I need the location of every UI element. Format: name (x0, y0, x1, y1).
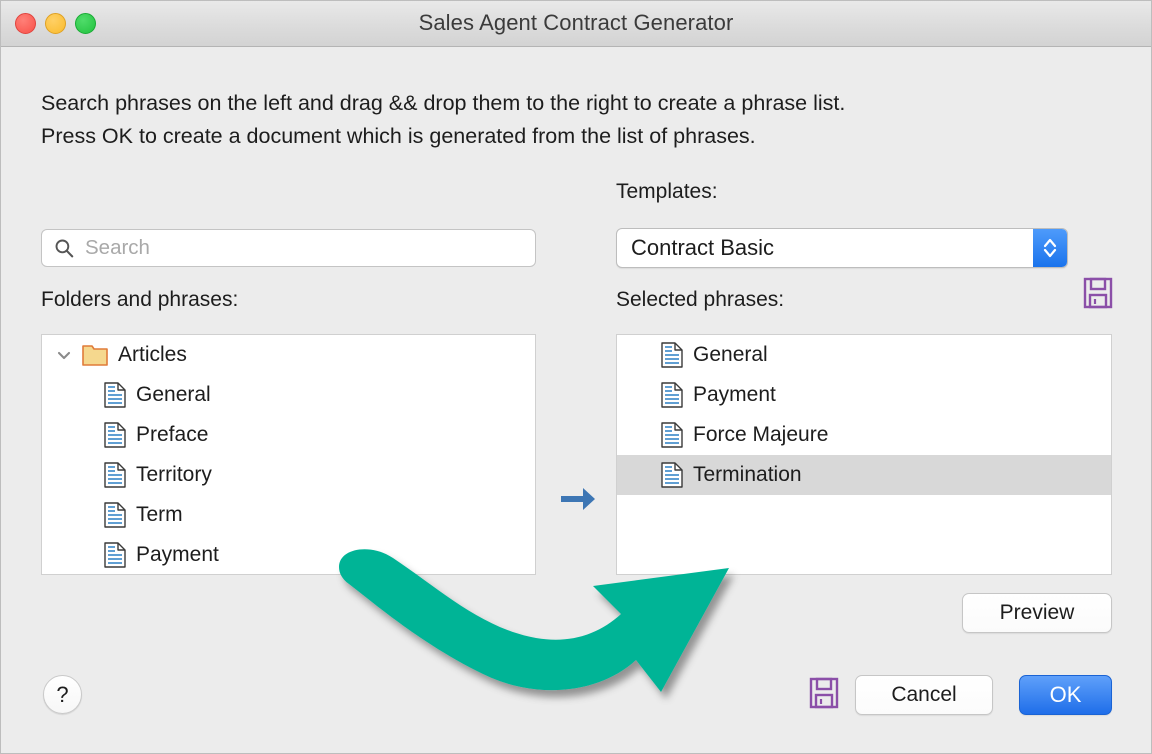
tree-item-label: General (136, 383, 211, 406)
document-icon (661, 382, 683, 408)
app-window: Sales Agent Contract Generator Search ph… (0, 0, 1152, 754)
tree-item-territory[interactable]: Territory (42, 455, 535, 495)
document-icon (661, 422, 683, 448)
folders-and-phrases-label: Folders and phrases: (41, 288, 239, 311)
window-title: Sales Agent Contract Generator (418, 10, 734, 35)
tree-item-term[interactable]: Term (42, 495, 535, 535)
preview-button[interactable]: Preview (962, 593, 1112, 633)
tree-item-payment[interactable]: Payment (42, 535, 535, 574)
trash-button[interactable] (620, 592, 648, 626)
dialog-body: Search phrases on the left and drag && d… (1, 47, 1151, 753)
document-icon (104, 542, 126, 568)
document-icon (104, 422, 126, 448)
tree-item-general[interactable]: General (42, 375, 535, 415)
help-button[interactable]: ? (43, 675, 82, 714)
template-selected-value: Contract Basic (631, 235, 775, 260)
search-input[interactable] (83, 235, 507, 261)
document-icon (661, 462, 683, 488)
save-list-button[interactable] (809, 677, 839, 712)
search-field[interactable] (41, 229, 536, 267)
selected-phrase-termination[interactable]: Termination (617, 455, 1111, 495)
tree-item-label: Territory (136, 463, 212, 486)
selected-phrase-label: General (693, 343, 768, 366)
selected-phrases-label: Selected phrases: (616, 288, 785, 311)
template-select[interactable]: Contract Basic (616, 228, 1068, 268)
stepper-updown-icon[interactable] (1033, 229, 1067, 267)
tree-item-label: Payment (136, 543, 219, 566)
instruction-line-2: Press OK to create a document which is g… (41, 124, 756, 148)
instruction-text: Search phrases on the left and drag && d… (41, 87, 1111, 153)
tree-item-label: Articles (118, 343, 187, 366)
document-icon (104, 382, 126, 408)
search-icon (55, 239, 74, 258)
selected-phrase-label: Payment (693, 383, 776, 406)
title-bar: Sales Agent Contract Generator (1, 1, 1151, 47)
save-list-icon (809, 677, 839, 709)
folders-and-phrases-list[interactable]: Articles General Preface Territory Term … (41, 334, 536, 575)
save-template-icon[interactable] (1083, 277, 1113, 309)
document-icon (104, 462, 126, 488)
trash-icon (623, 595, 645, 624)
tree-item-label: Term (136, 503, 183, 526)
selected-phrase-payment[interactable]: Payment (617, 375, 1111, 415)
folder-icon (82, 344, 108, 366)
document-icon (104, 502, 126, 528)
instruction-line-1: Search phrases on the left and drag && d… (41, 91, 846, 115)
arrow-right-icon[interactable] (559, 484, 597, 514)
tree-item-articles[interactable]: Articles (42, 335, 535, 375)
selected-phrase-force-majeure[interactable]: Force Majeure (617, 415, 1111, 455)
selected-phrase-general[interactable]: General (617, 335, 1111, 375)
document-icon (661, 342, 683, 368)
tree-item-label: Preface (136, 423, 209, 446)
chevron-down-icon[interactable] (54, 345, 74, 365)
selected-phrase-label: Force Majeure (693, 423, 829, 446)
templates-label: Templates: (616, 180, 718, 203)
ok-button[interactable]: OK (1019, 675, 1112, 715)
selected-phrase-label: Termination (693, 463, 802, 486)
selected-phrases-list[interactable]: General Payment Force Majeure Terminatio… (616, 334, 1112, 575)
cancel-button[interactable]: Cancel (855, 675, 993, 715)
tree-item-preface[interactable]: Preface (42, 415, 535, 455)
